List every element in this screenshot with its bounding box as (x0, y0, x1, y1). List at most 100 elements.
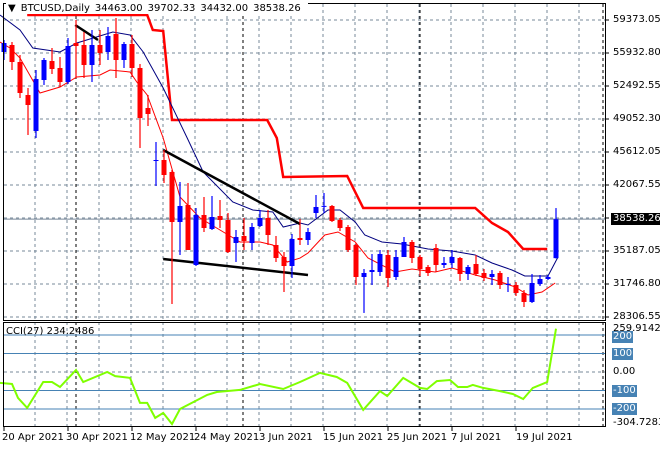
candle-body (353, 244, 359, 277)
bear-candle (161, 149, 167, 184)
price-tick: 45612.05 (613, 146, 660, 157)
bull-candle (449, 249, 455, 268)
cci-level-label: 100 (612, 348, 634, 360)
candle-body (377, 253, 383, 272)
bull-candle (441, 256, 447, 268)
bull-candle (321, 193, 327, 214)
candle-body (489, 273, 495, 277)
candle-body (297, 238, 303, 240)
dropdown-triangle-icon[interactable]: ▼ (8, 3, 16, 14)
candle-body (473, 263, 479, 274)
candle-body (529, 282, 535, 302)
bear-candle (521, 289, 527, 307)
candle-body (169, 171, 175, 222)
bull-candle (121, 41, 127, 69)
candle-body (113, 33, 119, 61)
candle-body (385, 254, 391, 278)
candle-body (409, 241, 415, 259)
bull-candle (489, 269, 495, 285)
bull-candle (41, 58, 47, 85)
candle-body (361, 272, 367, 277)
bull-candle (529, 273, 535, 303)
date-tick: 25 Jun 2021 (387, 432, 448, 443)
price-tick: 42067.55 (613, 179, 660, 190)
candle-body (545, 276, 551, 279)
candle-body (433, 248, 439, 265)
candle-body (337, 219, 343, 229)
candle-body (33, 78, 39, 132)
cci-level-label: 0.00 (613, 366, 636, 377)
bull-candle (233, 229, 239, 262)
candle-body (193, 214, 199, 265)
current-price-label: 38538.26 (611, 213, 660, 225)
candle-body (289, 238, 295, 267)
candle-body (305, 231, 311, 240)
bear-candle (425, 264, 431, 277)
bull-candle (257, 209, 263, 228)
bear-candle (113, 18, 119, 79)
candle-body (185, 204, 191, 250)
bear-candle (473, 254, 479, 277)
candle-body (25, 94, 31, 105)
symbol-label: BTCUSD,Daily (20, 3, 90, 14)
bear-candle (241, 218, 247, 250)
bear-candle (353, 243, 359, 285)
bear-candle (481, 268, 487, 281)
candle-body (145, 108, 151, 114)
candle-body (81, 45, 87, 66)
bear-candle (385, 249, 391, 287)
candle-body (521, 292, 527, 302)
candle-body (153, 159, 159, 162)
candle-body (161, 159, 167, 175)
candle-body (249, 227, 255, 244)
bull-candle (393, 249, 399, 280)
cci-level-label: -100 (612, 385, 637, 397)
bull-candle (177, 181, 183, 255)
bull-candle (209, 196, 215, 230)
bull-candle (313, 194, 319, 219)
date-tick: 19 Jul 2021 (516, 432, 573, 443)
bear-candle (185, 183, 191, 250)
bear-candle (337, 218, 343, 232)
date-tick: 15 Jun 2021 (323, 432, 384, 443)
candle-body (97, 45, 103, 54)
bull-candle (377, 249, 383, 277)
bull-candle (505, 276, 511, 292)
grid (3, 4, 609, 431)
date-tick: 12 May 2021 (130, 432, 196, 443)
candle-body (417, 256, 423, 269)
candle-body (497, 272, 503, 285)
bear-candle (409, 239, 415, 264)
high-value: 39702.33 (147, 3, 196, 14)
candle-body (105, 36, 111, 52)
candle-body (393, 256, 399, 277)
candle-body (481, 272, 487, 278)
date-tick: 3 Jun 2021 (259, 432, 313, 443)
cci-panel-border (3, 322, 606, 427)
chart-header: ▼ BTCUSD,Daily 34463.00 39702.33 34432.00 385… (6, 3, 308, 14)
bear-candle (81, 31, 87, 79)
cci-panel (0, 328, 605, 426)
bear-candle (265, 209, 271, 245)
bull-candle (65, 38, 71, 84)
bull-candle (465, 264, 471, 280)
candle-body (329, 205, 335, 222)
bear-candle (497, 270, 503, 289)
bull-candle (153, 141, 159, 187)
price-tick: 49052.30 (613, 113, 660, 124)
candle-body (241, 236, 247, 241)
cci-line (0, 328, 557, 426)
bear-candle (137, 63, 143, 148)
bear-candle (201, 196, 207, 232)
candle-body (281, 256, 287, 267)
chart-canvas (0, 3, 609, 431)
candle-body (369, 269, 375, 272)
candle-body (449, 256, 455, 264)
date-tick: 30 Apr 2021 (66, 432, 128, 443)
candles (1, 18, 559, 313)
bull-candle (249, 223, 255, 250)
candle-body (425, 266, 431, 273)
bear-candle (145, 94, 151, 127)
candle-body (225, 219, 231, 252)
bear-candle (25, 88, 31, 135)
